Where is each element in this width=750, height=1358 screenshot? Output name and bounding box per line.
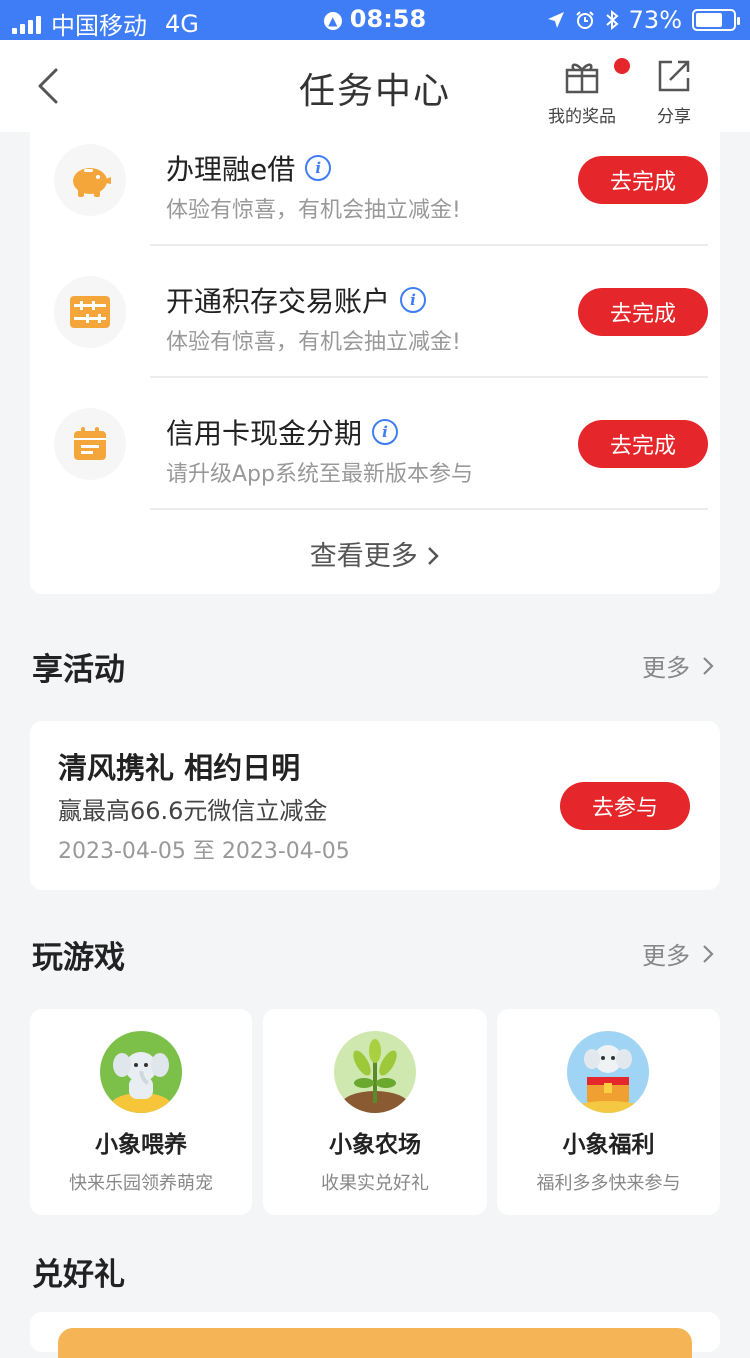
- games-more-link[interactable]: 更多: [642, 936, 714, 971]
- games-section-title: 玩游戏: [32, 940, 125, 976]
- bluetooth-icon: [605, 10, 619, 30]
- task-subtitle: 请升级App系统至最新版本参与: [166, 462, 473, 487]
- divider: [150, 376, 708, 378]
- activity-description: 赢最高66.6元微信立减金: [58, 797, 328, 825]
- game-description: 收果实兑好礼: [321, 1173, 429, 1194]
- chevron-right-icon: [703, 944, 714, 963]
- info-icon[interactable]: i: [305, 155, 332, 181]
- elephant-feeding-icon: [100, 1031, 182, 1113]
- complete-task-button[interactable]: 去完成: [578, 420, 708, 468]
- task-card: 办理融e借 i 体验有惊喜，有机会抽立减金! 去完成 开通积存交易账户 i 体验…: [30, 132, 720, 594]
- view-more-label: 查看更多: [309, 541, 418, 572]
- game-card-feeding[interactable]: 小象喂养 快来乐园领养萌宠: [30, 1009, 252, 1215]
- alarm-icon: [575, 11, 594, 29]
- piggy-bank-icon: [54, 144, 126, 216]
- task-title: 信用卡现金分期: [166, 417, 363, 450]
- activities-more-link[interactable]: 更多: [642, 648, 714, 683]
- notification-dot: [614, 58, 630, 74]
- gift-banner[interactable]: [58, 1328, 692, 1358]
- join-activity-button[interactable]: 去参与: [560, 782, 690, 830]
- share-icon: [658, 60, 690, 92]
- navigation-bar: 任务中心 我的奖品 分享: [0, 40, 750, 132]
- task-subtitle: 体验有惊喜，有机会抽立减金!: [166, 198, 461, 223]
- activities-section-title: 享活动: [32, 652, 125, 688]
- info-icon[interactable]: i: [372, 419, 399, 445]
- game-card-farm[interactable]: 小象农场 收果实兑好礼: [263, 1009, 487, 1215]
- elephant-treasure-icon: [567, 1031, 649, 1113]
- status-bar: 中国移动 4G ▲ 08:58 73%: [0, 0, 750, 40]
- complete-task-button[interactable]: 去完成: [578, 156, 708, 204]
- my-prizes-label: 我的奖品: [548, 107, 616, 127]
- gift-card[interactable]: [30, 1312, 720, 1358]
- time-label: 08:58: [349, 5, 427, 33]
- task-subtitle: 体验有惊喜，有机会抽立减金!: [166, 330, 461, 355]
- chevron-right-icon: [703, 656, 714, 675]
- abacus-icon: [54, 276, 126, 348]
- gifts-section-title: 兑好礼: [32, 1257, 125, 1293]
- battery-icon: [692, 9, 740, 31]
- game-name: 小象福利: [562, 1132, 655, 1158]
- chevron-right-icon: [428, 547, 440, 565]
- more-label: 更多: [642, 654, 690, 682]
- divider: [150, 244, 708, 246]
- divider: [150, 508, 708, 510]
- location-lock-icon: ▲: [323, 12, 342, 30]
- share-button[interactable]: 分享: [650, 54, 698, 127]
- game-name: 小象喂养: [95, 1132, 187, 1158]
- game-card-welfare[interactable]: 小象福利 福利多多快来参与: [497, 1009, 720, 1215]
- game-description: 福利多多快来参与: [536, 1173, 681, 1194]
- location-arrow-icon: [547, 12, 564, 28]
- calendar-icon: [54, 408, 126, 480]
- battery-percent: 73%: [628, 6, 682, 34]
- view-more-link[interactable]: 查看更多: [30, 534, 720, 573]
- info-icon[interactable]: i: [400, 287, 427, 313]
- task-title: 办理融e借: [166, 153, 296, 186]
- game-name: 小象农场: [329, 1132, 421, 1158]
- battery-level: [696, 13, 723, 27]
- complete-task-button[interactable]: 去完成: [578, 288, 708, 336]
- activity-dates: 2023-04-05 至 2023-04-05: [58, 839, 350, 864]
- share-label: 分享: [657, 107, 691, 127]
- activity-title: 清风携礼 相约日明: [58, 751, 301, 785]
- more-label: 更多: [642, 942, 690, 970]
- farm-sprout-icon: [334, 1031, 416, 1113]
- task-title: 开通积存交易账户: [166, 285, 391, 318]
- my-prizes-button[interactable]: 我的奖品: [544, 54, 630, 127]
- activity-card[interactable]: 清风携礼 相约日明 赢最高66.6元微信立减金 2023-04-05 至 202…: [30, 721, 720, 890]
- game-description: 快来乐园领养萌宠: [69, 1173, 213, 1194]
- page-title: 任务中心: [298, 71, 451, 112]
- gift-icon: [565, 63, 599, 94]
